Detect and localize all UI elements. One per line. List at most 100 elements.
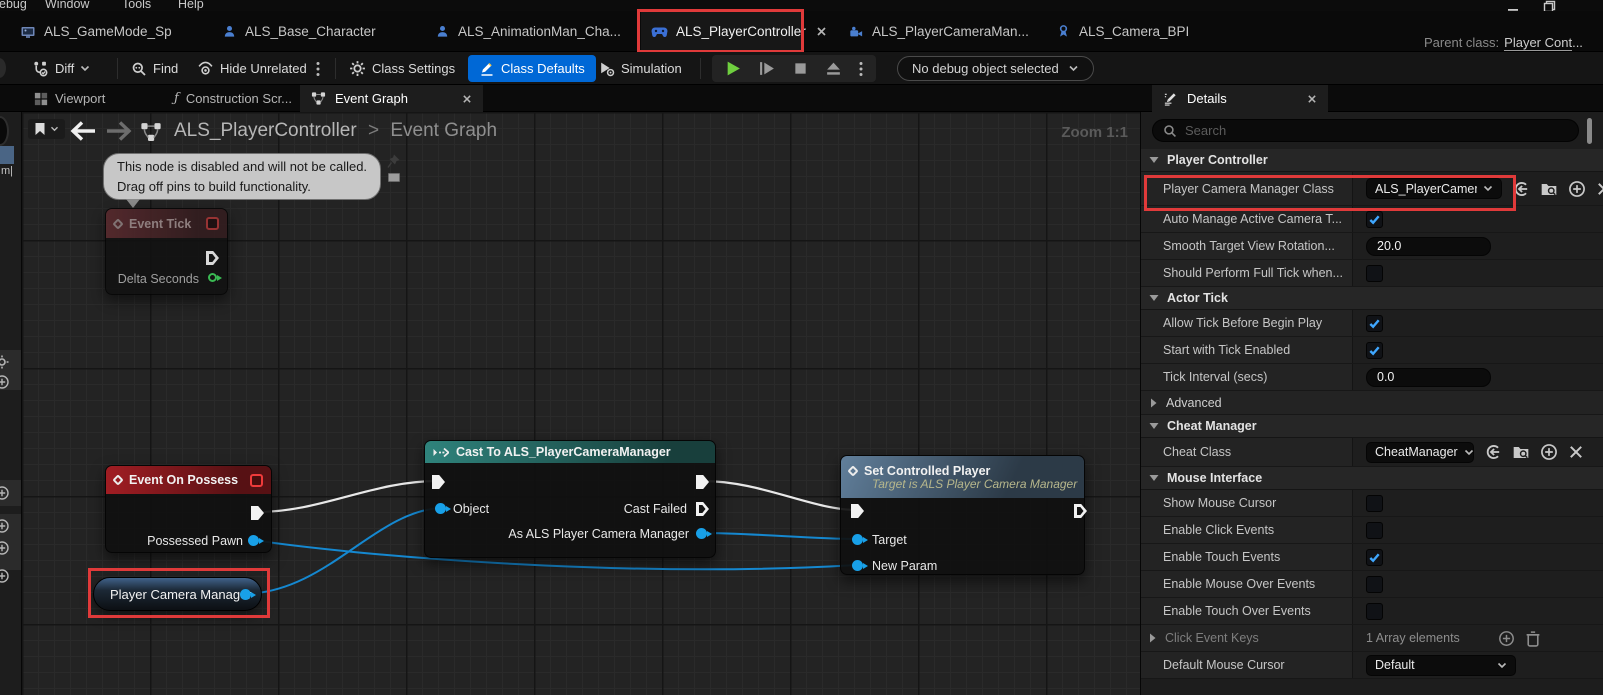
menu-debug[interactable]: Debug <box>0 0 27 11</box>
search-input[interactable] <box>1185 123 1568 138</box>
tab-als-camera-bpi[interactable]: ALS_Camera_BPI <box>1046 11 1199 52</box>
checkbox-unchecked[interactable] <box>1366 265 1383 282</box>
default-mouse-cursor-dropdown[interactable]: Default <box>1366 655 1516 676</box>
node-event-on-possess[interactable]: Event On Possess Possessed Pawn <box>105 465 272 553</box>
search-icon <box>131 61 147 77</box>
number-input[interactable]: 20.0 <box>1366 237 1491 256</box>
expand-arrow-icon[interactable] <box>1149 633 1156 643</box>
checkbox-unchecked[interactable] <box>1366 522 1383 539</box>
tab-event-graph[interactable]: Event Graph <box>300 85 483 112</box>
stop-button[interactable] <box>793 61 808 76</box>
toolbar-options-button[interactable] <box>316 55 320 82</box>
tab-als-base-character[interactable]: ALS_Base_Character <box>212 11 386 52</box>
new-param-pin[interactable] <box>852 560 863 571</box>
play-options-button[interactable] <box>859 61 863 77</box>
menu-help[interactable]: Help <box>178 0 204 11</box>
bookmarks-button[interactable] <box>28 119 65 139</box>
frame-skip-button[interactable] <box>759 60 776 77</box>
use-selected-asset-button[interactable] <box>1484 443 1502 461</box>
scrollbar-thumb[interactable] <box>1587 118 1592 144</box>
node-set-controlled-player[interactable]: Set Controlled Player Target is ALS Play… <box>840 455 1085 575</box>
section-player-controller[interactable]: Player Controller <box>1141 149 1603 172</box>
close-icon[interactable] <box>1307 94 1317 104</box>
add-array-element-button[interactable] <box>1498 630 1515 647</box>
clear-button[interactable] <box>1596 181 1603 197</box>
tab-als-playercontroller[interactable]: ALS_PlayerController <box>641 11 801 52</box>
plus-circle-icon[interactable] <box>0 540 10 556</box>
possessed-pawn-pin[interactable] <box>248 535 259 546</box>
diff-button[interactable]: Diff <box>32 55 90 82</box>
tab-close-button[interactable] <box>806 11 837 52</box>
checkbox-unchecked[interactable] <box>1366 603 1383 620</box>
tab-construction-script[interactable]: ƒ Construction Scr... <box>163 85 303 112</box>
class-defaults-button[interactable]: Class Defaults <box>468 55 596 82</box>
clear-array-button[interactable] <box>1525 630 1541 647</box>
row-player-camera-manager-class: Player Camera Manager Class ALS_PlayerCa… <box>1141 172 1603 206</box>
player-camera-manager-class-dropdown[interactable]: ALS_PlayerCameraI <box>1366 178 1502 199</box>
delta-seconds-pin[interactable] <box>208 273 217 282</box>
details-search-box[interactable] <box>1152 119 1579 142</box>
exec-output-pin[interactable] <box>1074 504 1087 518</box>
close-icon[interactable] <box>462 94 472 104</box>
add-element-button[interactable] <box>1568 180 1586 198</box>
debug-object-select[interactable]: No debug object selected <box>897 56 1094 81</box>
cast-failed-pin[interactable] <box>696 502 709 516</box>
section-mouse-interface[interactable]: Mouse Interface <box>1141 467 1603 490</box>
interface-icon <box>1056 24 1071 39</box>
exec-output-pin[interactable] <box>206 251 219 265</box>
number-input[interactable]: 0.0 <box>1366 368 1491 387</box>
plus-circle-icon[interactable] <box>0 518 10 534</box>
exec-input-pin[interactable] <box>432 475 445 489</box>
as-als-player-camera-manager-pin[interactable] <box>696 528 707 539</box>
exec-output-pin[interactable] <box>251 506 264 520</box>
row-advanced-expander[interactable]: Advanced <box>1141 391 1603 415</box>
event-graph-canvas[interactable]: ALS_PlayerController > Event Graph Zoom … <box>22 112 1140 695</box>
exec-output-pin[interactable] <box>696 475 709 489</box>
class-settings-button[interactable]: Class Settings <box>349 55 455 82</box>
simulation-button[interactable]: Simulation <box>598 55 682 82</box>
tab-als-playercameraman[interactable]: ALS_PlayerCameraMan... <box>838 11 1039 52</box>
forward-arrow-button[interactable] <box>106 121 132 141</box>
tab-viewport[interactable]: Viewport <box>23 85 116 112</box>
tab-als-gamemode[interactable]: ALS_GameMode_Sp <box>10 11 182 52</box>
add-element-button[interactable] <box>1540 443 1558 461</box>
tab-details[interactable]: Details <box>1152 85 1328 112</box>
use-selected-asset-button[interactable] <box>1512 180 1530 198</box>
checkbox-unchecked[interactable] <box>1366 576 1383 593</box>
checkbox-unchecked[interactable] <box>1366 495 1383 512</box>
hide-unrelated-button[interactable]: Hide Unrelated <box>197 55 307 82</box>
pin-icon[interactable] <box>387 154 400 169</box>
menu-tools[interactable]: Tools <box>122 0 151 11</box>
variable-output-pin[interactable] <box>240 589 251 600</box>
plus-circle-icon[interactable] <box>0 568 10 584</box>
menu-window[interactable]: Window <box>45 0 89 11</box>
section-actor-tick[interactable]: Actor Tick <box>1141 287 1603 310</box>
checkbox-checked[interactable] <box>1366 549 1383 566</box>
node-player-camera-manager-var[interactable]: Player Camera Manager <box>93 577 262 611</box>
checkbox-checked[interactable] <box>1366 211 1383 228</box>
gear-icon[interactable] <box>0 354 10 370</box>
exec-input-pin[interactable] <box>851 504 864 518</box>
chevron-down-icon <box>1497 662 1507 669</box>
back-arrow-button[interactable] <box>70 121 96 141</box>
cheat-class-dropdown[interactable]: CheatManager <box>1366 442 1474 463</box>
target-pin[interactable] <box>852 534 863 545</box>
search-icon <box>1163 124 1177 138</box>
section-cheat-manager[interactable]: Cheat Manager <box>1141 415 1603 438</box>
checkbox-checked[interactable] <box>1366 342 1383 359</box>
plus-circle-icon[interactable] <box>0 374 10 390</box>
eject-button[interactable] <box>825 60 842 77</box>
find-button[interactable]: Find <box>131 55 178 82</box>
node-cast-to-als-playercameramanager[interactable]: Cast To ALS_PlayerCameraManager Object C… <box>424 440 716 558</box>
checkbox-checked[interactable] <box>1366 315 1383 332</box>
node-event-tick[interactable]: Event Tick Delta Seconds <box>105 208 228 295</box>
play-button[interactable] <box>725 60 742 77</box>
breadcrumb-root[interactable]: ALS_PlayerController <box>174 120 357 141</box>
browse-asset-button[interactable] <box>1540 180 1558 198</box>
clear-button[interactable] <box>1568 444 1584 460</box>
tab-als-animationman[interactable]: ALS_AnimationMan_Cha... <box>425 11 631 52</box>
parent-class-link[interactable]: Player Cont <box>1504 35 1572 51</box>
plus-circle-icon[interactable] <box>0 485 10 501</box>
object-pin[interactable] <box>435 503 446 514</box>
browse-asset-button[interactable] <box>1512 443 1530 461</box>
